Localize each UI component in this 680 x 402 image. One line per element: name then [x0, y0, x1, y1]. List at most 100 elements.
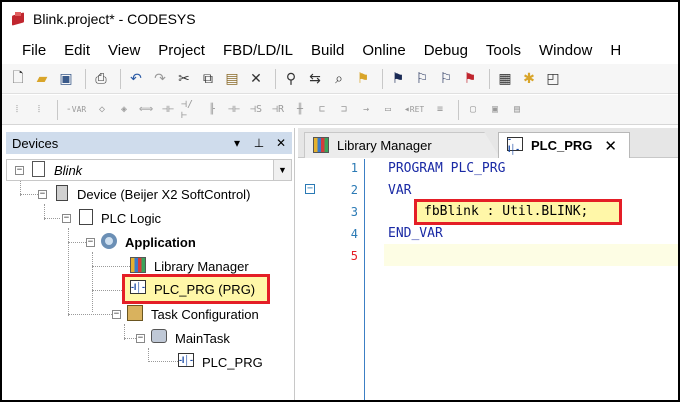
code-line-4[interactable]: END_VAR [388, 226, 443, 241]
project-icon[interactable]: ▦ [495, 69, 515, 89]
code-line-1[interactable]: PROGRAM PLC_PRG [388, 161, 505, 176]
reset-coil-icon[interactable]: ⊣R [269, 101, 287, 119]
menu-tools[interactable]: Tools [477, 42, 530, 59]
collapse-icon[interactable]: − [15, 165, 24, 175]
tab-plc-prg[interactable]: -I│- PLC_PRG ✕ [498, 132, 630, 158]
code-line-2[interactable]: VAR [388, 183, 411, 198]
task-config-icon [127, 305, 145, 323]
window-icon[interactable]: ◰ [543, 69, 563, 89]
find-all-icon[interactable]: ⌕ [329, 69, 349, 89]
delete-icon[interactable]: ✕ [246, 69, 266, 89]
code-editor: Library Manager -I│- PLC_PRG ✕ − 1 2 3 4… [298, 128, 678, 400]
tree-node-device[interactable]: − Device (Beijer X2 SoftControl) [38, 184, 250, 204]
add-object-icon[interactable]: ✱ [519, 69, 539, 89]
tree-node-task-configuration[interactable]: − Task Configuration [112, 304, 259, 324]
clear-bookmarks-icon[interactable]: ⚑ [460, 69, 480, 89]
menu-build[interactable]: Build [302, 42, 353, 59]
dropdown-arrow-icon[interactable]: ▾ [226, 136, 248, 150]
combo-dropdown-icon[interactable]: ▼ [273, 160, 291, 180]
code-line-3[interactable]: fbBlink : Util.BLINK; [424, 204, 588, 219]
branch-icon[interactable]: ╫ [291, 101, 309, 119]
tree-node-library-manager[interactable]: Library Manager [130, 256, 249, 276]
tree-node-label: PLC_PRG [202, 354, 263, 370]
tree-node-blink[interactable]: − Blink [15, 160, 82, 180]
network-icon[interactable]: ⦙ [8, 101, 26, 119]
find-icon[interactable]: ⚲ [281, 69, 301, 89]
tree-line [148, 361, 178, 362]
plc-logic-icon [77, 209, 95, 227]
device-icon [53, 185, 71, 203]
close-icon[interactable]: ✕ [270, 136, 292, 150]
fold-collapse-icon[interactable]: − [305, 184, 315, 194]
negated-contact-icon[interactable]: ⊣/⊢ [181, 99, 199, 121]
parallel-contact-icon[interactable]: ╟ [203, 101, 221, 119]
tab-library-manager[interactable]: Library Manager [304, 132, 500, 158]
program-icon: -I│- [507, 134, 525, 155]
collapse-icon[interactable]: − [86, 237, 95, 247]
insert-return-icon[interactable]: ◂ RET [401, 101, 427, 119]
paste-icon[interactable]: ▤ [222, 69, 242, 89]
copy-icon[interactable]: ⧉ [198, 69, 218, 89]
open-folder-icon[interactable]: ▰ [32, 69, 52, 89]
bookmark-icon[interactable]: ⚑ [388, 69, 408, 89]
tree-node-maintask-plc-prg[interactable]: -I│- PLC_PRG [178, 352, 263, 372]
edge-detect-icon[interactable]: ▣ [486, 101, 504, 119]
tree-line [92, 266, 130, 267]
set-reset-icon[interactable]: ▤ [508, 101, 526, 119]
label-icon[interactable]: ▭ [379, 101, 397, 119]
tree-node-label: PLC Logic [101, 210, 161, 226]
collapse-icon[interactable]: − [62, 213, 71, 223]
toolbar-separator [382, 68, 383, 89]
collapse-icon[interactable]: − [136, 333, 145, 343]
save-icon[interactable]: ▣ [56, 69, 76, 89]
undo-icon[interactable]: ↶ [126, 69, 146, 89]
menu-view[interactable]: View [99, 42, 149, 59]
menu-help[interactable]: H [601, 42, 630, 59]
input-icon[interactable]: ⊏ [313, 101, 331, 119]
project-tree-combo[interactable]: − Blink ▼ [6, 159, 292, 181]
box-with-en-icon[interactable]: ◈ [115, 101, 133, 119]
menu-edit[interactable]: Edit [55, 42, 99, 59]
prev-bookmark-icon[interactable]: ⚐ [436, 69, 456, 89]
redo-icon[interactable]: ↷ [150, 69, 170, 89]
tree-line [20, 194, 38, 195]
find-in-project-icon[interactable]: ⚑ [353, 69, 373, 89]
current-line-highlight[interactable] [384, 244, 678, 266]
menu-fbd-ld-il[interactable]: FBD/LD/IL [214, 42, 302, 59]
menu-debug[interactable]: Debug [415, 42, 477, 59]
tree-node-plc-logic[interactable]: − PLC Logic [62, 208, 161, 228]
collapse-icon[interactable]: − [112, 309, 121, 319]
maintask-icon [151, 329, 169, 347]
next-bookmark-icon[interactable]: ⚐ [412, 69, 432, 89]
output-icon[interactable]: ⊐ [335, 101, 353, 119]
library-books-icon [130, 257, 148, 275]
tree-line [44, 218, 60, 219]
tree-node-application[interactable]: − Application [86, 232, 196, 252]
jump-icon[interactable]: → [357, 101, 375, 119]
tree-node-maintask[interactable]: − MainTask [136, 328, 230, 348]
pin-icon[interactable]: ⊥ [248, 136, 270, 150]
insert-network-icon[interactable]: ⦙ [30, 101, 48, 119]
negate-icon[interactable]: ▢ [464, 101, 482, 119]
coil-icon[interactable]: ⊣⊢ [225, 101, 243, 119]
assignment-icon[interactable]: ⟺ [137, 101, 155, 119]
print-icon[interactable]: ⎙ [91, 69, 111, 89]
close-icon[interactable]: ✕ [604, 137, 617, 155]
contact-icon[interactable]: ⊣⊢ [159, 101, 177, 119]
box-icon[interactable]: ◇ [93, 101, 111, 119]
insert-var-icon[interactable]: - VAR [63, 101, 89, 119]
tree-node-plc-prg[interactable]: -I│- PLC_PRG (PRG) [130, 279, 255, 299]
comment-icon[interactable]: ≡ [431, 101, 449, 119]
menu-project[interactable]: Project [149, 42, 214, 59]
collapse-icon[interactable]: − [38, 189, 47, 199]
menu-file[interactable]: File [2, 42, 55, 59]
menu-online[interactable]: Online [353, 42, 414, 59]
new-file-icon[interactable]: 🗋 [8, 69, 28, 89]
line-number: 1 [350, 161, 358, 175]
toolbar-separator [120, 68, 121, 89]
tree-node-label: Device (Beijer X2 SoftControl) [77, 186, 251, 202]
replace-icon[interactable]: ⇆ [305, 69, 325, 89]
menu-window[interactable]: Window [530, 42, 601, 59]
set-coil-icon[interactable]: ⊣S [247, 101, 265, 119]
cut-icon[interactable]: ✂ [174, 69, 194, 89]
